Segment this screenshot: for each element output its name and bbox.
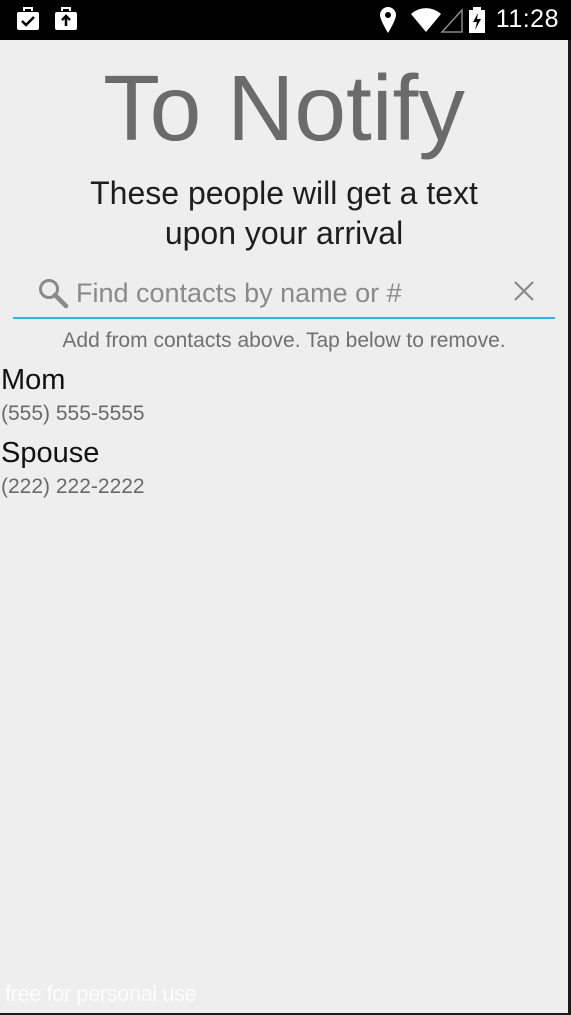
contact-list: Mom (555) 555-5555 Spouse (222) 222-2222 — [0, 363, 565, 509]
contact-phone: (222) 222-2222 — [1, 475, 145, 498]
location-pin-icon — [379, 6, 397, 34]
clear-icon[interactable] — [513, 280, 535, 307]
contact-name: Mom — [1, 364, 66, 396]
briefcase-upload-icon — [54, 6, 78, 34]
wifi-icon — [410, 6, 442, 34]
subtitle-line-2: upon your arrival — [164, 215, 404, 251]
search-input[interactable] — [76, 273, 496, 313]
contact-item[interactable]: Mom (555) 555-5555 — [0, 363, 565, 436]
main-screen: To Notify These people will get a text u… — [0, 40, 571, 1015]
page-title: To Notify — [103, 56, 465, 160]
contact-phone: (555) 555-5555 — [1, 402, 145, 425]
battery-charging-icon — [468, 6, 486, 34]
cell-signal-icon — [440, 6, 464, 34]
search-icon — [37, 277, 69, 314]
status-bar: 11:28 — [0, 0, 571, 40]
status-time: 11:28 — [495, 5, 559, 33]
watermark-text: free for personal use — [5, 981, 197, 1006]
briefcase-check-icon — [16, 6, 40, 34]
contact-name: Spouse — [1, 437, 100, 469]
instruction-text: Add from contacts above. Tap below to re… — [62, 329, 506, 352]
subtitle-line-1: These people will get a text — [90, 175, 478, 211]
page-subtitle: These people will get a text upon your a… — [0, 173, 568, 253]
contact-item[interactable]: Spouse (222) 222-2222 — [0, 436, 565, 509]
contact-search-bar — [13, 269, 555, 319]
